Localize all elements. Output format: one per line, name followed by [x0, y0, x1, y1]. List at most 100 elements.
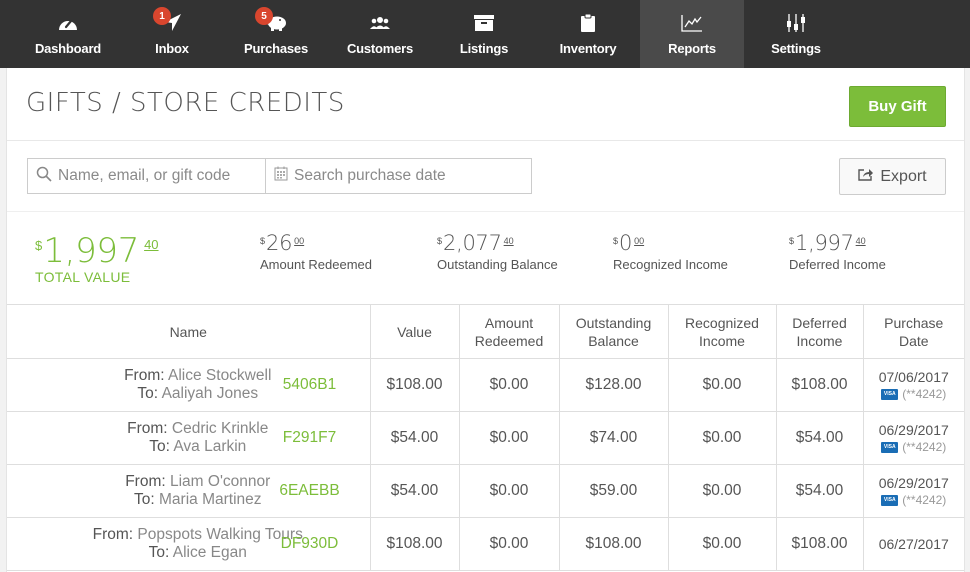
card-last4: (**4242): [902, 493, 947, 507]
header-line: Redeemed: [474, 332, 544, 349]
recipient-name: Maria Martinez: [159, 491, 262, 508]
inbox-badge: 1: [153, 7, 171, 25]
value-cell: $54.00: [369, 411, 460, 465]
column-header-outstanding-balance[interactable]: Outstanding Balance: [558, 304, 669, 359]
page-title: GIFTS / STORE CREDITS: [26, 88, 345, 118]
calendar-icon: [274, 166, 288, 186]
to-prefix: To:: [134, 491, 155, 508]
sender-name: Alice Stockwell: [168, 367, 272, 384]
column-header-name[interactable]: Name: [7, 304, 371, 359]
gift-code-link[interactable]: 6EAEBB: [262, 482, 357, 500]
outstanding-cell: $74.00: [558, 411, 669, 465]
gift-code-link[interactable]: F291F7: [262, 429, 357, 447]
stat-whole: 1,997: [795, 231, 854, 255]
from-prefix: From:: [125, 473, 166, 490]
stat-whole: 1,997: [43, 231, 140, 271]
table-row[interactable]: From: Popspots Walking Tours To: Alice E…: [7, 517, 964, 571]
stat-cents: 40: [144, 237, 159, 252]
stat-cents: 40: [855, 236, 866, 246]
amount-redeemed-stat: $ 26 00 Amount Redeemed: [260, 232, 372, 272]
stat-whole: 0: [619, 231, 633, 255]
date-placeholder: Search purchase date: [294, 167, 446, 184]
value-cell: $108.00: [369, 517, 460, 571]
nav-item-dashboard[interactable]: Dashboard: [16, 0, 120, 68]
date-search-input[interactable]: Search purchase date: [265, 158, 532, 194]
stat-label: Amount Redeemed: [260, 257, 373, 272]
column-header-value[interactable]: Value: [369, 304, 460, 359]
visa-card-icon: VISA: [881, 494, 899, 506]
nav-item-customers[interactable]: Customers: [328, 0, 432, 68]
total-value-stat: $ 1,997 40 TOTAL VALUE: [35, 234, 159, 285]
search-placeholder: Name, email, or gift code: [58, 167, 231, 184]
gift-code-link[interactable]: DF930D: [262, 535, 357, 553]
redeemed-cell: $0.00: [458, 358, 560, 412]
stat-cents: 00: [294, 236, 305, 246]
table-row[interactable]: From: Cedric Krinkle To: Ava Larkin F291…: [7, 411, 964, 465]
value-cell: $54.00: [369, 464, 460, 518]
deferred-income-stat: $ 1,997 40 Deferred Income: [789, 232, 886, 272]
column-header-deferred-income[interactable]: Deferred Income: [775, 304, 864, 359]
nav-label: Customers: [346, 41, 414, 56]
currency-symbol: $: [35, 238, 43, 253]
redeemed-cell: $0.00: [458, 411, 560, 465]
visa-card-icon: VISA: [881, 388, 899, 400]
gift-code-link[interactable]: 5406B1: [262, 376, 357, 394]
nav-item-inventory[interactable]: Inventory: [536, 0, 640, 68]
header-line: Amount: [484, 314, 534, 331]
recipient-name: Ava Larkin: [173, 438, 247, 455]
buy-gift-button[interactable]: Buy Gift: [849, 86, 946, 127]
recognized-income-stat: $ 0 00 Recognized Income: [613, 232, 728, 272]
table-header-row: Name Value Amount Redeemed Outstanding Bal…: [7, 304, 964, 359]
column-header-amount-redeemed[interactable]: Amount Redeemed: [458, 304, 560, 359]
archive-box-icon: [473, 12, 495, 34]
name-cell: From: Cedric Krinkle To: Ava Larkin F291…: [7, 411, 371, 465]
header-line: Date: [898, 332, 929, 349]
nav-label: Dashboard: [34, 41, 102, 56]
recognized-cell: $0.00: [667, 464, 777, 518]
column-header-purchase-date[interactable]: Purchase Date: [862, 304, 964, 359]
redeemed-cell: $0.00: [458, 464, 560, 518]
divider: [7, 140, 964, 141]
clipboard-icon: [580, 12, 596, 34]
column-header-recognized-income[interactable]: Recognized Income: [667, 304, 777, 359]
deferred-cell: $108.00: [775, 358, 864, 412]
outstanding-cell: $108.00: [558, 517, 669, 571]
table-row[interactable]: From: Alice Stockwell To: Aaliyah Jones …: [7, 358, 964, 412]
header-line: Purchase: [884, 314, 944, 331]
top-navigation: Dashboard 1 Inbox 5 Purchases Customers …: [0, 0, 970, 68]
currency-symbol: $: [789, 236, 795, 246]
nav-item-listings[interactable]: Listings: [432, 0, 536, 68]
purchase-date: 06/29/2017: [878, 475, 949, 491]
stat-cents: 00: [634, 236, 645, 246]
purchase-date-cell: 06/29/2017 VISA (**4242): [862, 464, 964, 518]
export-button[interactable]: Export: [839, 158, 946, 195]
header-line: Deferred: [792, 314, 847, 331]
line-chart-icon: [681, 12, 703, 34]
name-cell: From: Liam O'connor To: Maria Martinez 6…: [7, 464, 371, 518]
currency-symbol: $: [260, 236, 266, 246]
currency-symbol: $: [437, 236, 443, 246]
stat-label: Outstanding Balance: [437, 257, 558, 272]
purchase-date: 06/29/2017: [878, 422, 949, 438]
header-line: Recognized: [685, 314, 759, 331]
header-line: Balance: [588, 332, 639, 349]
header-line: Income: [796, 332, 843, 349]
search-icon: [36, 166, 52, 187]
speedometer-icon: [57, 12, 79, 34]
stat-label: Recognized Income: [613, 257, 728, 272]
nav-item-inbox[interactable]: 1 Inbox: [120, 0, 224, 68]
recipient-name: Aaliyah Jones: [161, 385, 259, 402]
nav-label: Inbox: [155, 41, 189, 56]
outstanding-cell: $128.00: [558, 358, 669, 412]
purchase-date: 07/06/2017: [878, 369, 949, 385]
deferred-cell: $108.00: [775, 517, 864, 571]
name-cell: From: Popspots Walking Tours To: Alice E…: [7, 517, 371, 571]
search-input[interactable]: Name, email, or gift code: [27, 158, 266, 194]
header-line: Income: [699, 332, 745, 349]
purchase-date-cell: 06/27/2017: [862, 517, 964, 571]
nav-item-settings[interactable]: Settings: [744, 0, 848, 68]
table-row[interactable]: From: Liam O'connor To: Maria Martinez 6…: [7, 464, 964, 518]
header-line: Outstanding: [575, 314, 652, 331]
nav-item-reports[interactable]: Reports: [640, 0, 744, 68]
nav-item-purchases[interactable]: 5 Purchases: [224, 0, 328, 68]
